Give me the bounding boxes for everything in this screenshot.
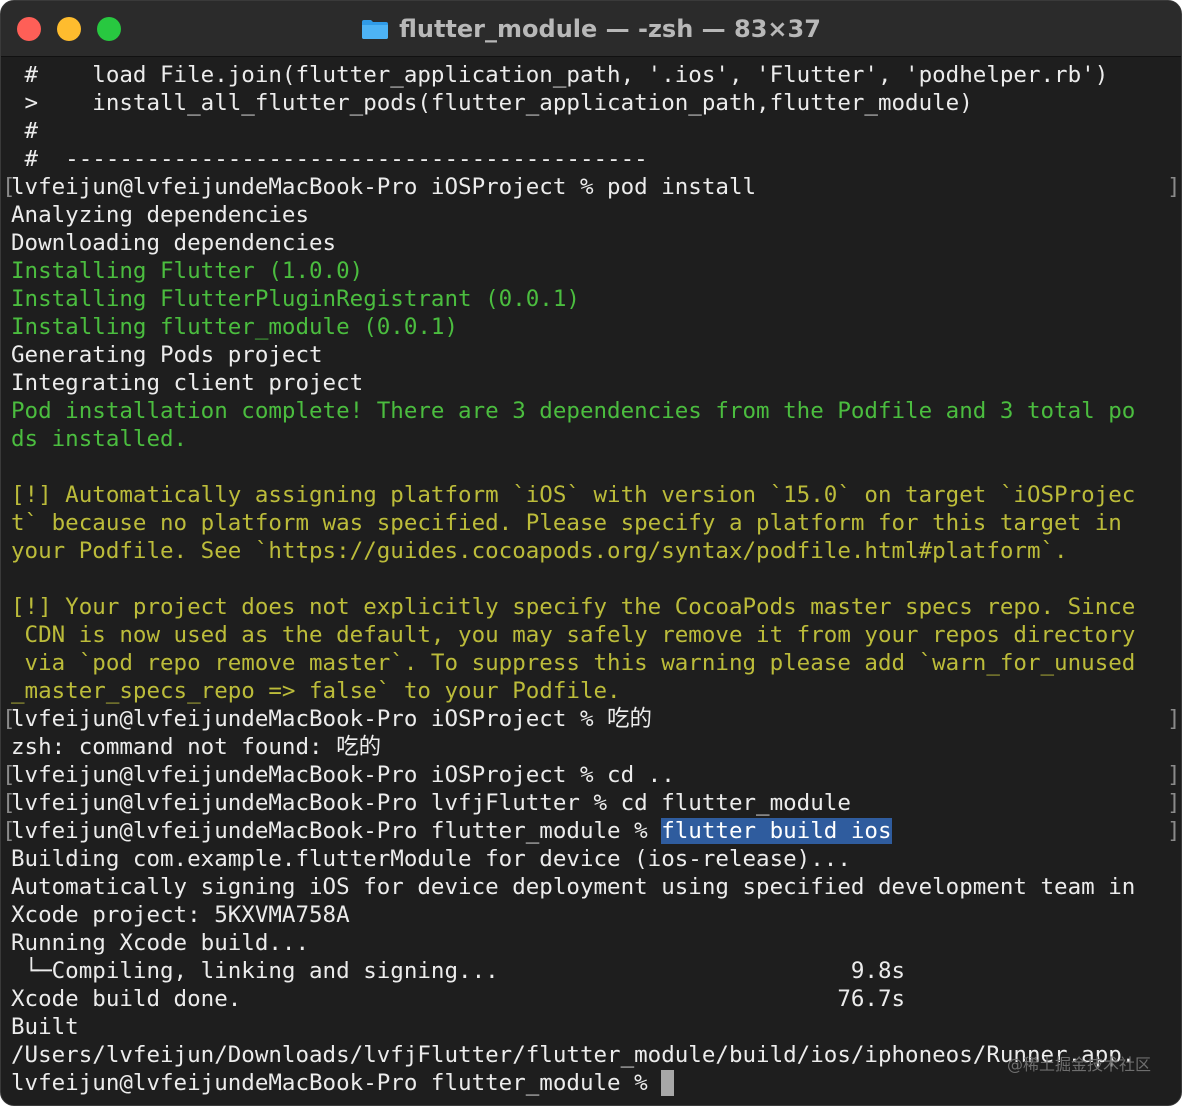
prompt-line: [lvfeijun@lvfeijundeMacBook-Pro flutter_…: [2, 817, 1181, 845]
line-text: [!] Your project does not explicitly spe…: [11, 594, 1136, 620]
prompt-line[interactable]: lvfeijun@lvfeijundeMacBook-Pro flutter_m…: [11, 1069, 1181, 1097]
terminal-line: Pod installation complete! There are 3 d…: [11, 397, 1181, 425]
line-text: └─Compiling, linking and signing... 9.8s: [11, 958, 906, 984]
selected-command[interactable]: flutter build ios: [661, 818, 892, 844]
terminal-line: Downloading dependencies: [11, 229, 1181, 257]
prompt-line: [lvfeijun@lvfeijundeMacBook-Pro iOSProje…: [2, 761, 1181, 789]
terminal-line: zsh: command not found: 吃的: [11, 733, 1181, 761]
prompt-mark-right: ]: [1167, 818, 1181, 844]
line-text: Xcode build done. 76.7s: [11, 986, 906, 1012]
line-text: lvfeijun@lvfeijundeMacBook-Pro iOSProjec…: [11, 706, 653, 732]
line-text: Xcode project: 5KXVMA758A: [11, 902, 350, 928]
line-text: lvfeijun@lvfeijundeMacBook-Pro iOSProjec…: [11, 762, 675, 788]
terminal-line: Built: [11, 1013, 1181, 1041]
warning-line: [!] Your project does not explicitly spe…: [11, 593, 1181, 621]
terminal-line: # --------------------------------------…: [11, 145, 1181, 173]
warning-line: via `pod repo remove master`. To suppres…: [11, 649, 1181, 677]
text-cursor: [661, 1070, 675, 1096]
line-text: /Users/lvfeijun/Downloads/lvfjFlutter/fl…: [11, 1042, 1136, 1068]
terminal-line: /Users/lvfeijun/Downloads/lvfjFlutter/fl…: [11, 1041, 1181, 1069]
prompt-line: [lvfeijun@lvfeijundeMacBook-Pro iOSProje…: [2, 173, 1181, 201]
window-title-group: flutter_module — -zsh — 83×37: [1, 1, 1181, 57]
terminal-line: Generating Pods project: [11, 341, 1181, 369]
window-title: flutter_module — -zsh — 83×37: [399, 15, 821, 43]
line-text: your Podfile. See `https://guides.cocoap…: [11, 538, 1068, 564]
prompt-line: [lvfeijun@lvfeijundeMacBook-Pro iOSProje…: [2, 705, 1181, 733]
line-text: [!] Automatically assigning platform `iO…: [11, 482, 1136, 508]
line-text: # load File.join(flutter_application_pat…: [11, 62, 1109, 88]
line-text: lvfeijun@lvfeijundeMacBook-Pro flutter_m…: [11, 1070, 662, 1096]
watermark: @稀土掘金技术社区: [1006, 1055, 1151, 1074]
line-text: Downloading dependencies: [11, 230, 337, 256]
line-text: Building com.example.flutterModule for d…: [11, 846, 851, 872]
terminal-line: Integrating client project: [11, 369, 1181, 397]
prompt-mark-left: [: [2, 790, 16, 816]
line-text: Installing flutter_module (0.0.1): [11, 314, 459, 340]
line-text: Analyzing dependencies: [11, 202, 310, 228]
line-text: CDN is now used as the default, you may …: [11, 622, 1136, 648]
prompt-mark-left: [: [2, 818, 16, 844]
line-text: Integrating client project: [11, 370, 364, 396]
line-text: via `pod repo remove master`. To suppres…: [11, 650, 1136, 676]
folder-icon: [362, 20, 389, 39]
warning-line: t` because no platform was specified. Pl…: [11, 509, 1181, 537]
line-text: # --------------------------------------…: [11, 146, 648, 172]
line-text: ds installed.: [11, 426, 188, 452]
line-text: Running Xcode build...: [11, 930, 310, 956]
terminal-line: ds installed.: [11, 425, 1181, 453]
line-text: _master_specs_repo => false` to your Pod…: [11, 678, 621, 704]
line-text: > install_all_flutter_pods(flutter_appli…: [11, 90, 973, 116]
terminal-output[interactable]: # load File.join(flutter_application_pat…: [1, 59, 1181, 1105]
prompt-mark-right: ]: [1167, 790, 1181, 816]
terminal-line: Installing Flutter (1.0.0): [11, 257, 1181, 285]
prompt-mark-right: ]: [1167, 174, 1181, 200]
prompt-mark-left: [: [2, 762, 16, 788]
line-text: #: [11, 118, 39, 144]
prompt-line: [lvfeijun@lvfeijundeMacBook-Pro lvfjFlut…: [2, 789, 1181, 817]
line-text: t` because no platform was specified. Pl…: [11, 510, 1122, 536]
line-text: lvfeijun@lvfeijundeMacBook-Pro flutter_m…: [11, 818, 662, 844]
line-text: Pod installation complete! There are 3 d…: [11, 398, 1136, 424]
line-text: Built: [11, 1014, 79, 1040]
terminal-line: Automatically signing iOS for device dep…: [11, 873, 1181, 901]
line-text: Installing Flutter (1.0.0): [11, 258, 364, 284]
terminal-line: Xcode build done. 76.7s: [11, 985, 1181, 1013]
prompt-mark-right: ]: [1167, 706, 1181, 732]
terminal-line: > install_all_flutter_pods(flutter_appli…: [11, 89, 1181, 117]
terminal-line: Running Xcode build...: [11, 929, 1181, 957]
title-bar[interactable]: flutter_module — -zsh — 83×37: [1, 1, 1181, 57]
warning-line: CDN is now used as the default, you may …: [11, 621, 1181, 649]
terminal-line: #: [11, 117, 1181, 145]
warning-line: [!] Automatically assigning platform `iO…: [11, 481, 1181, 509]
prompt-mark-left: [: [2, 706, 16, 732]
prompt-mark-right: ]: [1167, 762, 1181, 788]
prompt-mark-left: [: [2, 174, 16, 200]
terminal-line: Installing flutter_module (0.0.1): [11, 313, 1181, 341]
terminal-line: # load File.join(flutter_application_pat…: [11, 61, 1181, 89]
terminal-line: Installing FlutterPluginRegistrant (0.0.…: [11, 285, 1181, 313]
line-text: Automatically signing iOS for device dep…: [11, 874, 1136, 900]
terminal-line: └─Compiling, linking and signing... 9.8s: [11, 957, 1181, 985]
line-text: lvfeijun@lvfeijundeMacBook-Pro iOSProjec…: [11, 174, 757, 200]
warning-line: _master_specs_repo => false` to your Pod…: [11, 677, 1181, 705]
terminal-line: Xcode project: 5KXVMA758A: [11, 901, 1181, 929]
line-text: Generating Pods project: [11, 342, 323, 368]
line-text: Installing FlutterPluginRegistrant (0.0.…: [11, 286, 580, 312]
terminal-window: flutter_module — -zsh — 83×37 # load Fil…: [0, 0, 1182, 1106]
warning-line: your Podfile. See `https://guides.cocoap…: [11, 537, 1181, 565]
terminal-line: Analyzing dependencies: [11, 201, 1181, 229]
line-text: lvfeijun@lvfeijundeMacBook-Pro lvfjFlutt…: [11, 790, 851, 816]
terminal-line: Building com.example.flutterModule for d…: [11, 845, 1181, 873]
line-text: zsh: command not found: 吃的: [11, 734, 382, 760]
